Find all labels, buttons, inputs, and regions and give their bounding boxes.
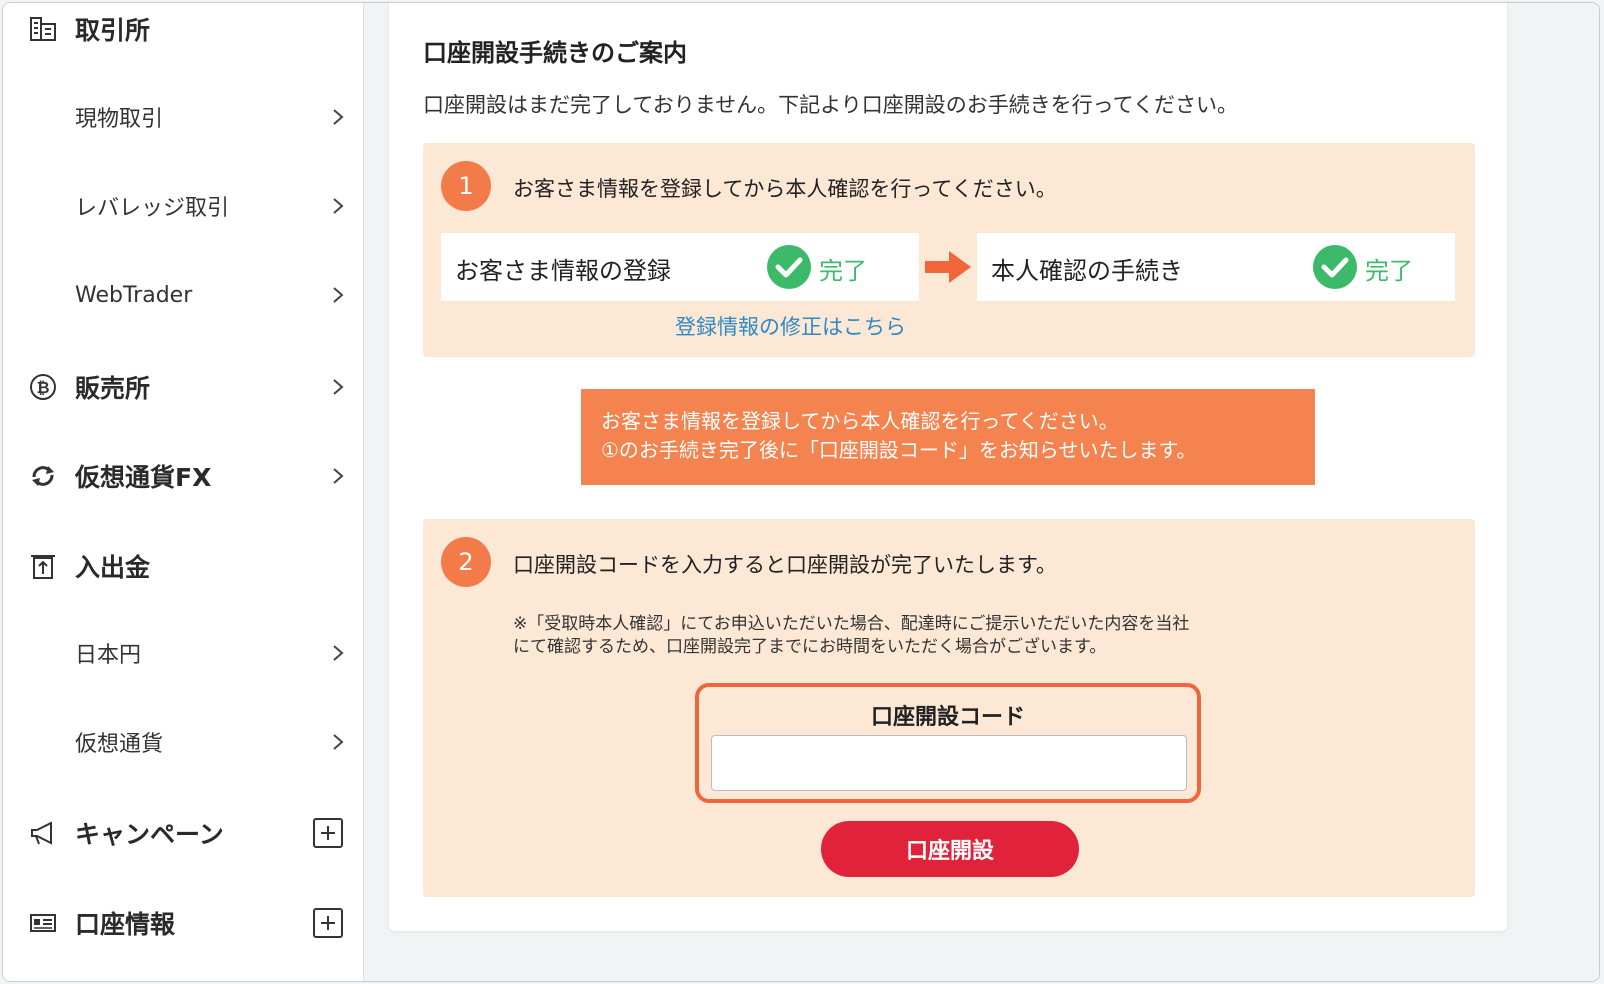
exchange-icon (29, 462, 57, 490)
sidebar-item-label: WebTrader (75, 282, 193, 308)
app-frame: 取引所 現物取引 レバレッジ取引 WebTrader ₿ 販売所 仮想通貨FX (2, 2, 1600, 982)
sidebar-item-crypto-fx[interactable]: 仮想通貨FX (3, 446, 363, 506)
verification-label: 本人確認の手続き (991, 257, 1183, 285)
step1-box: 1 お客さま情報を登録してから本人確認を行ってください。 お客さま情報の登録 完… (423, 143, 1475, 357)
check-circle-icon (1313, 245, 1357, 289)
sidebar-item-jpy[interactable]: 日本円 (3, 623, 363, 683)
registration-status-card: お客さま情報の登録 完了 (441, 233, 919, 301)
arrow-right-icon (925, 251, 971, 283)
open-account-button[interactable]: 口座開設 (821, 821, 1079, 877)
notice-banner: お客さま情報を登録してから本人確認を行ってください。 ①のお手続き完了後に「口座… (581, 389, 1315, 485)
expand-plus-icon[interactable] (313, 908, 343, 938)
sidebar-item-label: 日本円 (75, 643, 142, 668)
id-card-icon (29, 909, 57, 937)
step2-note: ※「受取時本人確認」にてお申込いただいた場合、配達時にご提示いただいた内容を当社… (513, 613, 1189, 659)
chevron-right-icon (333, 198, 344, 214)
sidebar-item-campaign[interactable]: キャンペーン (3, 803, 363, 863)
chevron-right-icon (333, 287, 344, 303)
edit-registration-link[interactable]: 登録情報の修正はこちら (675, 311, 906, 341)
page-description: 口座開設はまだ完了しておりません。下記より口座開設のお手続きを行ってください。 (423, 93, 1239, 117)
account-opening-card: 口座開設手続きのご案内 口座開設はまだ完了しておりません。下記より口座開設のお手… (389, 3, 1507, 931)
sidebar: 取引所 現物取引 レバレッジ取引 WebTrader ₿ 販売所 仮想通貨FX (3, 3, 364, 981)
sidebar-item-label: 取引所 (75, 16, 151, 45)
sidebar-item-webtrader[interactable]: WebTrader (3, 265, 363, 325)
sidebar-item-leverage-trading[interactable]: レバレッジ取引 (3, 176, 363, 236)
sidebar-item-label: 口座情報 (75, 910, 176, 939)
sidebar-item-label: 入出金 (75, 553, 151, 582)
sidebar-item-dealer[interactable]: ₿ 販売所 (3, 357, 363, 417)
sidebar-item-account-info[interactable]: 口座情報 (3, 893, 363, 953)
step2-instruction: 口座開設コードを入力すると口座開設が完了いたします。 (513, 553, 1057, 577)
check-circle-icon (767, 245, 811, 289)
account-code-label: 口座開設コード (870, 705, 1025, 730)
deposit-icon (29, 552, 57, 580)
chevron-right-icon (333, 645, 344, 661)
account-code-input[interactable] (711, 735, 1187, 791)
sidebar-item-label: レバレッジ取引 (75, 196, 230, 221)
step-number-badge: 1 (441, 161, 491, 211)
chevron-right-icon (333, 379, 344, 395)
step1-instruction: お客さま情報を登録してから本人確認を行ってください。 (513, 177, 1057, 201)
registration-label: お客さま情報の登録 (455, 257, 671, 285)
bitcoin-icon: ₿ (29, 373, 57, 401)
sidebar-item-crypto[interactable]: 仮想通貨 (3, 712, 363, 772)
sidebar-item-label: 仮想通貨 (75, 732, 164, 757)
sidebar-item-deposit-withdraw[interactable]: 入出金 (3, 536, 363, 596)
verification-status-text: 完了 (1365, 257, 1413, 285)
expand-plus-icon[interactable] (313, 818, 343, 848)
chevron-right-icon (333, 468, 344, 484)
chevron-right-icon (333, 734, 344, 750)
notice-line-2: ①のお手続き完了後に「口座開設コード」をお知らせいたします。 (601, 438, 1197, 462)
notice-line-1: お客さま情報を登録してから本人確認を行ってください。 (601, 409, 1119, 433)
svg-text:₿: ₿ (36, 378, 49, 397)
sidebar-item-exchange[interactable]: 取引所 (3, 3, 363, 59)
step2-box: 2 口座開設コードを入力すると口座開設が完了いたします。 ※「受取時本人確認」に… (423, 519, 1475, 897)
account-code-highlight: 口座開設コード (695, 683, 1201, 803)
megaphone-icon (29, 819, 57, 847)
sidebar-item-spot-trading[interactable]: 現物取引 (3, 87, 363, 147)
note-line-1: ※「受取時本人確認」にてお申込いただいた場合、配達時にご提示いただいた内容を当社 (513, 614, 1190, 634)
registration-status-text: 完了 (819, 257, 867, 285)
sidebar-item-label: 販売所 (75, 374, 151, 403)
page-title: 口座開設手続きのご案内 (423, 39, 687, 67)
chevron-right-icon (333, 109, 344, 125)
step-number-badge: 2 (441, 537, 491, 587)
sidebar-item-label: 仮想通貨FX (75, 463, 212, 492)
sidebar-item-label: 現物取引 (75, 107, 164, 132)
building-icon (29, 15, 57, 43)
verification-status-card: 本人確認の手続き 完了 (977, 233, 1455, 301)
sidebar-item-label: キャンペーン (75, 820, 224, 849)
note-line-2: にて確認するため、口座開設完了までにお時間をいただく場合がございます。 (513, 637, 1107, 657)
